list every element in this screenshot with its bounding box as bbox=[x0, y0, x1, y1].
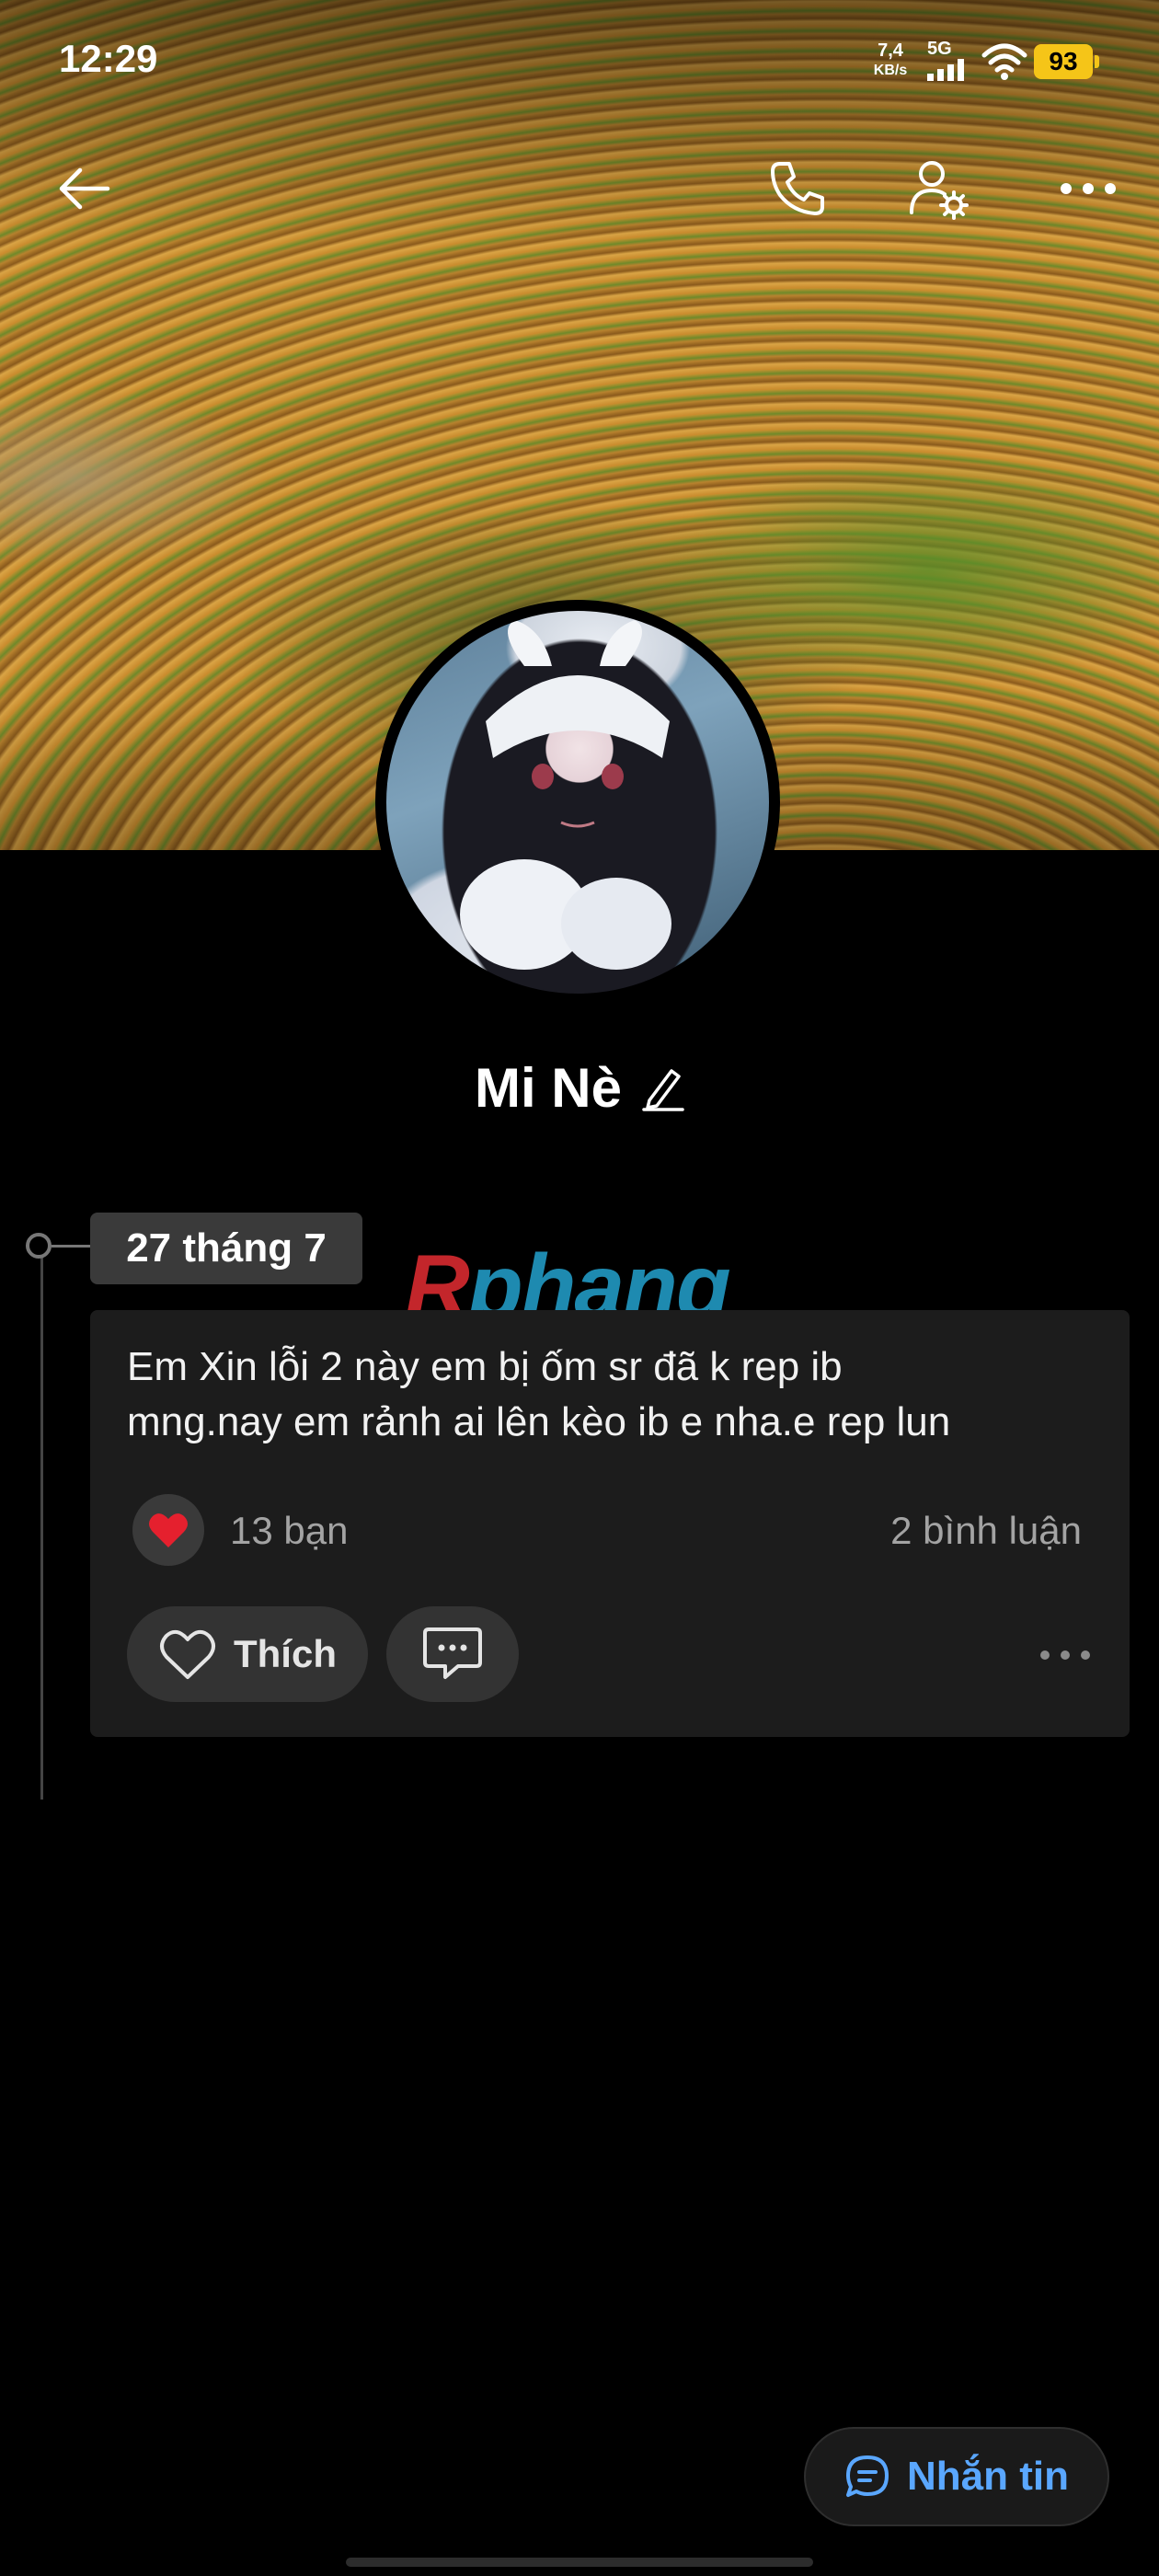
more-horizontal-icon bbox=[1040, 1650, 1090, 1660]
wifi-icon bbox=[981, 43, 1027, 80]
call-button[interactable] bbox=[756, 147, 839, 230]
back-button[interactable] bbox=[42, 147, 125, 230]
reaction-count[interactable]: 13 bạn bbox=[230, 1509, 348, 1553]
network-speed: 7,4 KB/s bbox=[865, 40, 916, 81]
comment-count[interactable]: 2 bình luận bbox=[890, 1509, 1082, 1553]
comment-icon bbox=[423, 1627, 482, 1679]
timeline-line bbox=[40, 1248, 43, 1800]
like-label: Thích bbox=[234, 1632, 337, 1675]
timeline-dot bbox=[26, 1233, 52, 1259]
chat-bubble-icon bbox=[846, 2455, 889, 2497]
avatar-illustration bbox=[460, 620, 671, 970]
network-type: 5G bbox=[927, 39, 952, 59]
network-speed-unit: KB/s bbox=[873, 63, 908, 78]
send-message-button[interactable]: Nhắn tin bbox=[804, 2427, 1109, 2526]
more-options-button[interactable] bbox=[1047, 147, 1130, 230]
post-card[interactable]: Em Xin lỗi 2 này em bị ốm sr đã k rep ib… bbox=[90, 1310, 1130, 1737]
back-arrow-icon bbox=[59, 167, 110, 210]
user-settings-icon bbox=[910, 161, 969, 220]
post-text: Em Xin lỗi 2 này em bị ốm sr đã k rep ib… bbox=[127, 1340, 1093, 1450]
profile-name-row: Mi Nè bbox=[0, 1056, 1159, 1120]
date-chip: 27 tháng 7 bbox=[90, 1213, 362, 1284]
battery-indicator: 93 bbox=[1034, 44, 1099, 79]
heart-filled-icon bbox=[149, 1513, 188, 1547]
post-text-line-1: Em Xin lỗi 2 này em bị ốm sr đã k rep ib bbox=[127, 1344, 843, 1389]
signal-icon bbox=[927, 59, 964, 81]
home-indicator[interactable] bbox=[346, 2558, 813, 2567]
status-bar: 12:29 7,4 KB/s 5G 93 bbox=[0, 0, 1159, 120]
post-more-button[interactable] bbox=[1028, 1623, 1102, 1687]
comment-button[interactable] bbox=[386, 1606, 519, 1702]
reaction-heart-icon[interactable] bbox=[132, 1494, 204, 1566]
heart-outline-icon bbox=[160, 1629, 215, 1679]
network-speed-value: 7,4 bbox=[878, 40, 903, 61]
avatar[interactable] bbox=[375, 600, 780, 1005]
avatar-image bbox=[386, 611, 769, 994]
pencil-icon[interactable] bbox=[642, 1065, 684, 1111]
post-text-line-2: mng.nay em rảnh ai lên kèo ib e nha.e re… bbox=[127, 1399, 951, 1444]
phone-icon bbox=[771, 162, 824, 215]
send-message-label: Nhắn tin bbox=[907, 2454, 1069, 2499]
like-button[interactable]: Thích bbox=[127, 1606, 368, 1702]
timeline-connector bbox=[52, 1245, 92, 1248]
profile-settings-button[interactable] bbox=[898, 147, 981, 230]
profile-name: Mi Nè bbox=[474, 1057, 623, 1119]
more-horizontal-icon bbox=[1061, 183, 1116, 194]
profile-name-wrap: Mi Nè bbox=[475, 1056, 684, 1120]
status-time: 12:29 bbox=[59, 37, 158, 80]
